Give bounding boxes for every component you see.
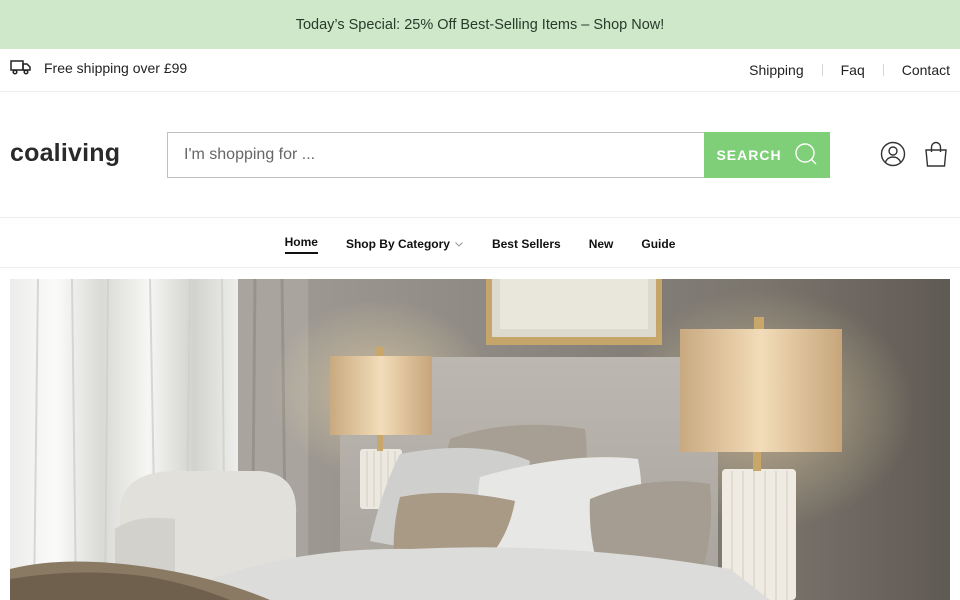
nav-item-label: New <box>588 237 614 251</box>
announcement-bar[interactable]: Today’s Special: 25% Off Best-Selling It… <box>0 0 960 49</box>
shipping-note: Free shipping over £99 <box>10 59 187 78</box>
site-header: coaliving SEARCH <box>0 92 960 218</box>
user-icon[interactable] <box>879 140 907 168</box>
nav-item-label: Guide <box>641 237 676 251</box>
nav-item-best-sellers[interactable]: Best Sellers <box>492 235 561 251</box>
search-button[interactable]: SEARCH <box>704 132 830 178</box>
nav-item-label: Home <box>284 235 318 254</box>
nav-item-home[interactable]: Home <box>284 233 318 254</box>
search-icon <box>794 142 818 169</box>
announcement-text[interactable]: Today’s Special: 25% Off Best-Selling It… <box>296 17 665 33</box>
shipping-link[interactable]: Shipping <box>731 62 804 78</box>
utility-bar: Free shipping over £99 Shipping Faq Cont… <box>0 49 960 92</box>
chevron-down-icon <box>454 237 464 251</box>
nav-item-shop-by-category[interactable]: Shop By Category <box>346 235 464 251</box>
search-button-label: SEARCH <box>716 147 782 163</box>
nav-item-guide[interactable]: Guide <box>641 235 675 251</box>
utility-links: Shipping Faq Contact <box>731 62 950 78</box>
nav-item-label: Best Sellers <box>491 237 561 251</box>
hero-banner[interactable] <box>10 279 950 600</box>
contact-link[interactable]: Contact <box>884 62 950 78</box>
nav-item-label: Shop By Category <box>345 237 450 251</box>
shopping-bag-icon[interactable] <box>922 140 950 168</box>
shipping-note-text: Free shipping over £99 <box>44 60 188 76</box>
nav-item-new[interactable]: New <box>589 235 614 251</box>
logo[interactable]: coaliving <box>10 139 120 168</box>
truck-icon <box>10 59 32 78</box>
search-input[interactable] <box>167 132 704 178</box>
search-bar: SEARCH <box>167 132 830 178</box>
faq-link[interactable]: Faq <box>823 62 865 78</box>
main-nav: Home Shop By Category Best Sellers New G… <box>0 219 960 268</box>
hero-image <box>10 279 950 600</box>
